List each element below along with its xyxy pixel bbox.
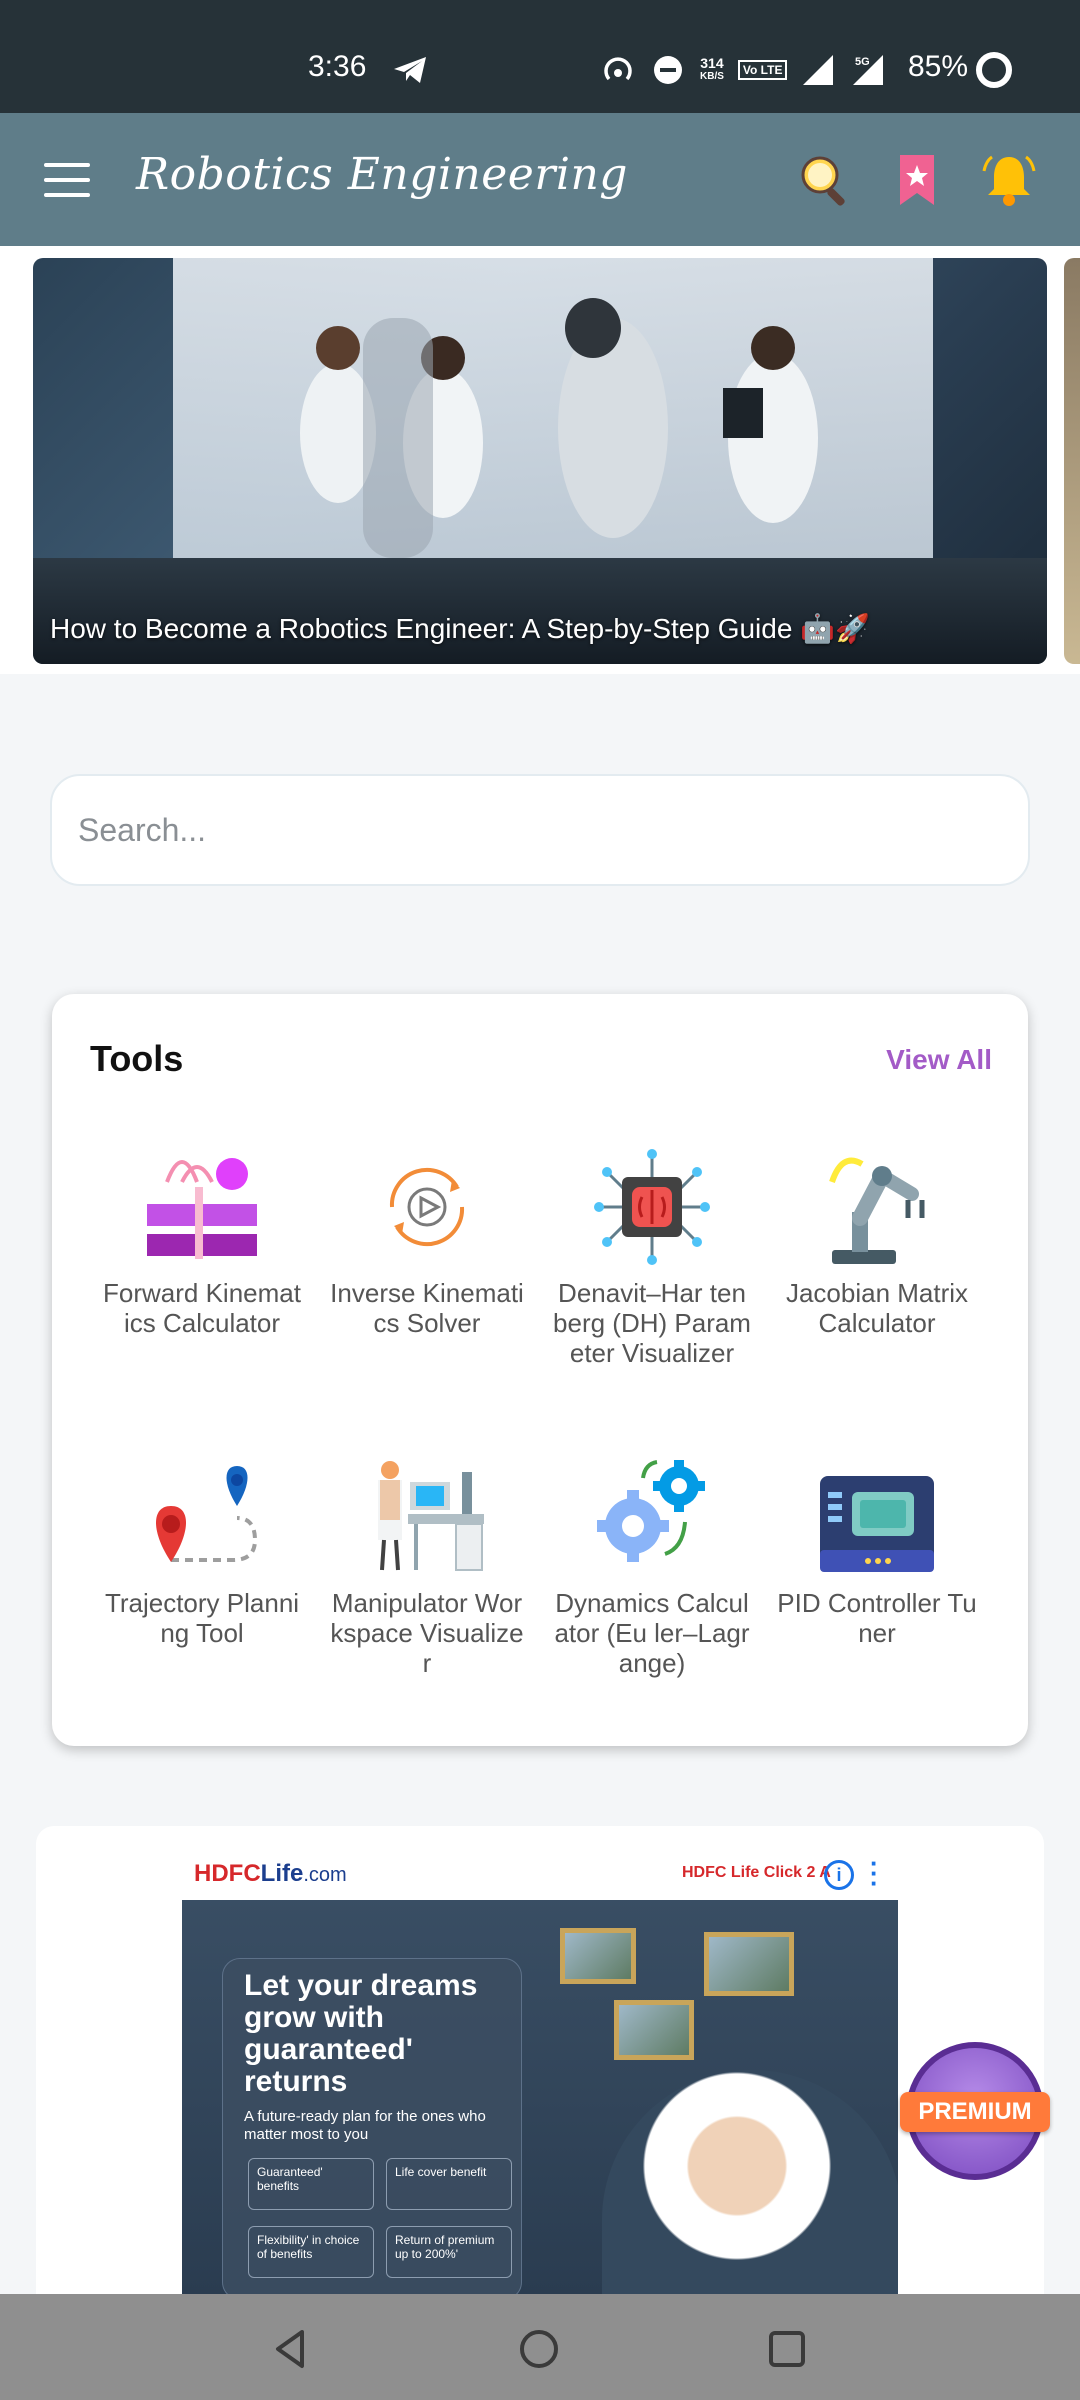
ad-photo-frame <box>704 1932 794 1996</box>
ad-family-image <box>602 2070 898 2300</box>
banner-carousel[interactable] <box>0 246 1080 674</box>
tool-dh-parameter[interactable]: Denavit–Har tenberg (DH) Parameter Visua… <box>552 1142 752 1368</box>
home-icon[interactable] <box>514 2324 564 2374</box>
volte-badge: Vo LTE <box>737 60 788 80</box>
recents-icon[interactable] <box>762 2324 812 2374</box>
ad-feature-pill: Guaranteed' benefits <box>248 2158 374 2210</box>
menu-button[interactable] <box>44 163 90 197</box>
status-icons: 314 KB/S Vo LTE 5G <box>600 50 887 90</box>
tool-label: Inverse Kinematics Solver <box>330 1278 524 1338</box>
tool-trajectory-planning[interactable]: Trajectory Planning Tool <box>102 1452 302 1648</box>
ad-click2-label: HDFC Life Click 2 A <box>682 1864 831 1881</box>
tool-label: Denavit–Har tenberg (DH) Parameter Visua… <box>553 1278 751 1368</box>
search-icon[interactable] <box>796 151 854 209</box>
hotspot-icon <box>604 57 632 81</box>
tool-label: Trajectory Planning Tool <box>104 1588 300 1648</box>
dnd-icon <box>654 56 682 84</box>
ad-logo: HDFCLife.com <box>194 1860 347 1888</box>
gears-icon <box>597 1460 705 1562</box>
premium-label[interactable]: PREMIUM <box>900 2092 1050 2132</box>
tool-manipulator-workspace[interactable]: Manipulator Workspace Visualizer <box>327 1452 527 1678</box>
battery-icon <box>976 52 1012 88</box>
tools-title: Tools <box>90 1038 184 1079</box>
ad-logo-suffix: .com <box>303 1864 347 1886</box>
ad-subtitle: A future-ready plan for the ones who mat… <box>244 2108 486 2143</box>
tool-label: Manipulator Workspace Visualizer <box>330 1588 524 1678</box>
signal-icon <box>803 55 834 85</box>
chip-brain-icon <box>594 1149 710 1265</box>
workstation-icon <box>378 1461 484 1571</box>
tool-label: Forward Kinematics Calculator <box>103 1278 301 1338</box>
search-input[interactable] <box>50 774 1030 886</box>
ad-feature-pill: Life cover benefit <box>386 2158 512 2210</box>
ad-logo-life: Life <box>260 1860 304 1887</box>
network-speed-unit: KB/S <box>700 71 724 82</box>
ad-header: HDFCLife.com HDFC Life Click 2 A i · · · <box>182 1850 898 1900</box>
banner-next-peek[interactable] <box>1064 258 1080 664</box>
svg-text:5G: 5G <box>855 56 870 68</box>
bookmark-icon[interactable] <box>888 151 946 209</box>
ad-logo-brand: HDFC <box>194 1860 261 1887</box>
route-pins-icon <box>156 1466 258 1562</box>
banner-slide[interactable] <box>33 258 1047 664</box>
tool-label: Jacobian Matrix Calculator <box>785 1278 969 1338</box>
network-speed: 314 KB/S <box>700 56 724 84</box>
network-speed-value: 314 <box>700 55 724 71</box>
banner-shade <box>33 558 1047 664</box>
tool-dynamics-calculator[interactable]: Dynamics Calculator (Eu ler–Lagrange) <box>552 1452 752 1678</box>
ad-more-icon[interactable]: · · · <box>870 1850 880 1896</box>
status-time: 3:36 <box>308 50 367 83</box>
ad-feature-pill: Flexibility' in choice of benefits <box>248 2226 374 2278</box>
system-nav-bar <box>0 2294 1080 2400</box>
banner-caption[interactable]: How to Become a Robotics Engineer: A Ste… <box>50 612 870 645</box>
signal-5g-icon: 5G <box>853 55 884 85</box>
tool-pid-controller[interactable]: PID Controller Tuner <box>777 1452 977 1648</box>
ad-photo-frame <box>614 2000 694 2060</box>
robot-arm-icon <box>829 1157 925 1264</box>
play-cycle-icon <box>389 1167 465 1247</box>
control-panel-icon <box>820 1476 934 1572</box>
status-bar: 3:36 314 KB/S Vo LTE 5G 85% <box>0 0 1080 113</box>
notification-bell-icon[interactable] <box>980 151 1038 209</box>
tool-inverse-kinematics[interactable]: Inverse Kinematics Solver <box>327 1142 527 1338</box>
tool-label: Dynamics Calculator (Eu ler–Lagrange) <box>554 1588 750 1678</box>
telegram-icon <box>394 57 426 83</box>
tool-jacobian-matrix[interactable]: Jacobian Matrix Calculator <box>777 1142 977 1338</box>
app-bar: Robotics Engineering <box>0 113 1080 246</box>
ad-feature-pill: Return of premium up to 200%' <box>386 2226 512 2278</box>
stacked-blocks-icon <box>147 1158 257 1259</box>
ad-headline: Let your dreams grow with guaranteed' re… <box>244 1969 478 2098</box>
tool-forward-kinematics[interactable]: Forward Kinematics Calculator <box>102 1142 302 1338</box>
ad-photo-frame <box>560 1928 636 1984</box>
app-title: Robotics Engineering <box>136 149 628 200</box>
ad-banner[interactable]: HDFCLife.com HDFC Life Click 2 A i · · · L… <box>182 1850 898 2300</box>
tool-label: PID Controller Tuner <box>777 1588 977 1648</box>
back-icon[interactable] <box>266 2324 316 2374</box>
ad-info-icon[interactable]: i <box>824 1860 854 1890</box>
tools-card: Tools View All Forward Kinematics Calcul… <box>52 994 1028 1746</box>
battery-percent: 85% <box>908 50 969 83</box>
view-all-link[interactable]: View All <box>886 1044 992 1076</box>
